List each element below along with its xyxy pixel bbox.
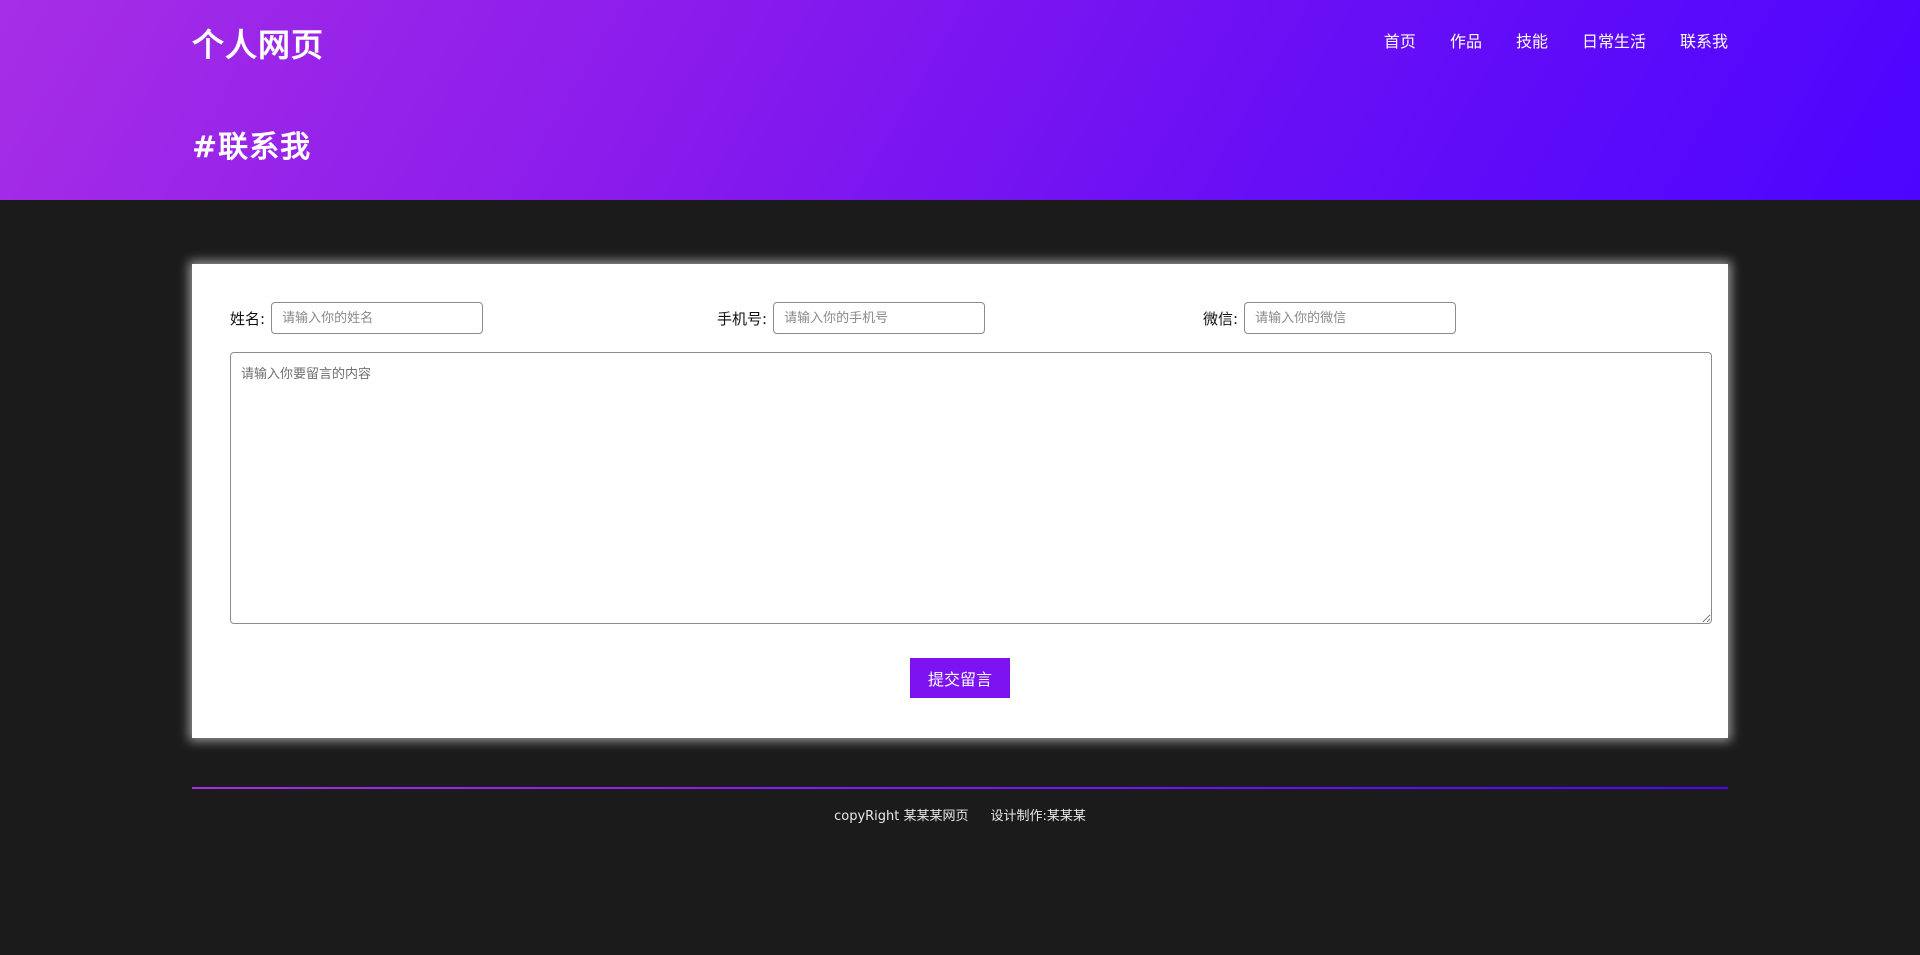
phone-input[interactable] bbox=[773, 302, 986, 334]
wechat-input[interactable] bbox=[1244, 302, 1457, 334]
submit-message-button[interactable]: 提交留言 bbox=[910, 658, 1010, 698]
wechat-label: 微信: bbox=[1203, 309, 1239, 328]
nav-item-skills[interactable]: 技能 bbox=[1516, 28, 1548, 52]
contact-form-card: 姓名: 手机号: 微信: 提交留言 bbox=[192, 264, 1728, 738]
message-textarea[interactable] bbox=[230, 352, 1712, 624]
name-label: 姓名: bbox=[230, 309, 266, 328]
page-title: #联系我 bbox=[192, 130, 312, 165]
nav-item-home[interactable]: 首页 bbox=[1384, 28, 1416, 52]
header-banner: 个人网页 首页 作品 技能 日常生活 联系我 #联系我 bbox=[0, 0, 1920, 200]
footer-divider bbox=[192, 787, 1728, 789]
nav-item-contact[interactable]: 联系我 bbox=[1680, 28, 1728, 52]
name-field-group: 姓名: bbox=[230, 302, 484, 334]
nav-item-works[interactable]: 作品 bbox=[1450, 28, 1482, 52]
footer: copyRight 某某某网页 设计制作:某某某 bbox=[0, 805, 1920, 824]
site-logo[interactable]: 个人网页 bbox=[192, 20, 324, 66]
phone-label: 手机号: bbox=[717, 309, 768, 328]
footer-design-credit: 设计制作:某某某 bbox=[990, 809, 1086, 824]
name-input[interactable] bbox=[271, 302, 484, 334]
phone-field-group: 手机号: bbox=[717, 302, 986, 334]
footer-copyright: copyRight 某某某网页 bbox=[834, 809, 969, 824]
main-nav: 首页 作品 技能 日常生活 联系我 bbox=[1384, 28, 1728, 52]
nav-item-daily-life[interactable]: 日常生活 bbox=[1582, 28, 1646, 52]
wechat-field-group: 微信: bbox=[1203, 302, 1457, 334]
